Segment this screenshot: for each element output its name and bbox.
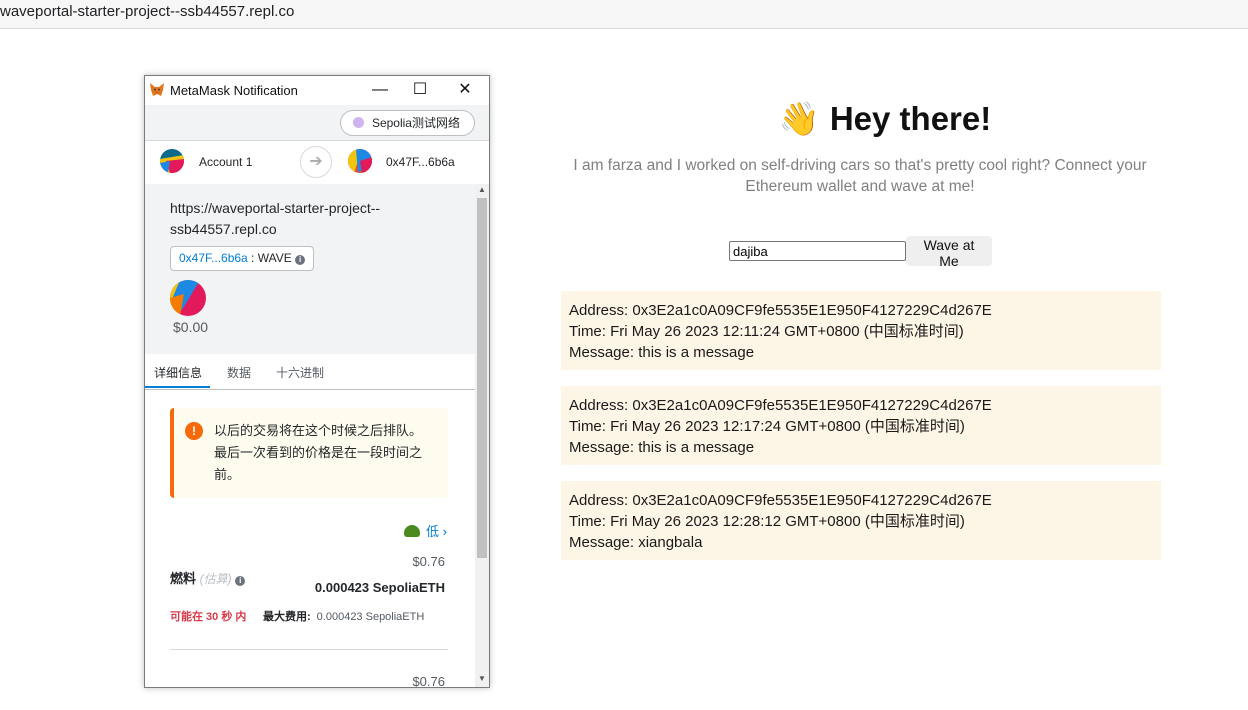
scroll-down-arrow[interactable]: ▼ bbox=[475, 673, 489, 685]
metamask-window: MetaMask Notification — ☐ ✕ Sepolia测试网络 … bbox=[144, 75, 490, 688]
page-title: 👋 Hey there! bbox=[560, 96, 1210, 142]
gas-speed-label: 低 bbox=[426, 524, 440, 539]
tab-hex[interactable]: 十六进制 bbox=[276, 364, 324, 381]
message-text: Message: xiangbala bbox=[569, 534, 703, 551]
gas-estimate-label: (估算) bbox=[199, 572, 232, 586]
window-titlebar[interactable]: MetaMask Notification — ☐ ✕ bbox=[145, 76, 489, 105]
message-card: Address: 0x3E2a1c0A09CF9fe5535E1E950F412… bbox=[561, 481, 1161, 560]
message-address: Address: 0x3E2a1c0A09CF9fe5535E1E950F412… bbox=[569, 302, 992, 319]
message-address: Address: 0x3E2a1c0A09CF9fe5535E1E950F412… bbox=[569, 492, 992, 509]
scrollbar[interactable]: ▲ ▼ bbox=[475, 184, 489, 687]
message-address: Address: 0x3E2a1c0A09CF9fe5535E1E950F412… bbox=[569, 397, 992, 414]
network-selector[interactable]: Sepolia测试网络 bbox=[339, 110, 475, 136]
network-dot-icon bbox=[352, 117, 364, 128]
contract-avatar bbox=[170, 280, 206, 316]
network-label: Sepolia测试网络 bbox=[371, 116, 460, 130]
title-text: Hey there! bbox=[829, 100, 992, 137]
contract-address[interactable]: 0x47F...6b6a bbox=[179, 251, 248, 265]
info-icon[interactable]: i bbox=[295, 255, 306, 265]
method-separator: : bbox=[247, 251, 258, 265]
network-bar: Sepolia测试网络 bbox=[145, 105, 489, 141]
transaction-amount: $0.00 bbox=[173, 319, 209, 335]
waving-hand-icon: 👋 bbox=[778, 100, 820, 137]
recipient-avatar bbox=[348, 149, 372, 173]
max-fee: 最大费用: 0.000423 SepoliaETH bbox=[263, 608, 424, 624]
tab-data[interactable]: 数据 bbox=[227, 364, 251, 381]
window-title: MetaMask Notification bbox=[170, 83, 298, 98]
max-fee-label: 最大费用: bbox=[263, 611, 311, 623]
scroll-up-arrow[interactable]: ▲ bbox=[475, 184, 489, 196]
page-subtitle: I am farza and I worked on self-driving … bbox=[573, 157, 1147, 195]
account-row: Account 1 ➔ 0x47F...6b6a bbox=[145, 141, 489, 185]
total-usd: $0.76 bbox=[412, 674, 445, 688]
transaction-summary: https://waveportal-starter-project--ssb4… bbox=[145, 184, 475, 354]
max-fee-value: 0.000423 SepoliaETH bbox=[316, 611, 425, 623]
info-icon[interactable]: i bbox=[235, 576, 246, 586]
message-card: Address: 0x3E2a1c0A09CF9fe5535E1E950F412… bbox=[561, 291, 1161, 370]
message-time: Time: Fri May 26 2023 12:17:24 GMT+0800 … bbox=[569, 418, 965, 435]
address-bar[interactable]: waveportal-starter-project--ssb44557.rep… bbox=[0, 0, 1248, 29]
method-name: WAVE bbox=[257, 251, 292, 265]
close-button[interactable]: ✕ bbox=[455, 80, 475, 100]
minimize-button[interactable]: — bbox=[370, 80, 390, 100]
message-time: Time: Fri May 26 2023 12:28:12 GMT+0800 … bbox=[569, 513, 965, 530]
contract-method-pill[interactable]: 0x47F...6b6a : WAVE i bbox=[170, 246, 315, 271]
account-avatar bbox=[160, 149, 184, 173]
likely-time: 可能在 30 秒 内 bbox=[170, 611, 247, 623]
chevron-right-icon: › bbox=[442, 524, 447, 539]
message-time: Time: Fri May 26 2023 12:11:24 GMT+0800 … bbox=[569, 323, 964, 340]
gas-speed-selector[interactable]: 低 › bbox=[404, 521, 447, 540]
warning-icon: ! bbox=[185, 422, 203, 440]
scroll-thumb[interactable] bbox=[477, 198, 487, 558]
gas-label-text: 燃料 bbox=[170, 571, 197, 586]
turtle-icon bbox=[404, 525, 421, 537]
gas-fee-label: 燃料 (估算) i bbox=[170, 568, 246, 587]
message-input[interactable] bbox=[729, 241, 906, 261]
message-card: Address: 0x3E2a1c0A09CF9fe5535E1E950F412… bbox=[561, 386, 1161, 465]
gas-fee-usd: $0.76 bbox=[412, 554, 445, 569]
maximize-button[interactable]: ☐ bbox=[410, 80, 430, 100]
wave-button[interactable]: Wave at Me bbox=[906, 236, 992, 269]
message-text: Message: this is a message bbox=[569, 439, 755, 456]
to-account-label[interactable]: 0x47F...6b6a bbox=[386, 155, 455, 169]
tab-details[interactable]: 详细信息 bbox=[154, 364, 202, 381]
active-tab-indicator bbox=[145, 386, 210, 388]
warning-text: 以后的交易将在这个时候之后排队。最后一次看到的价格是在一段时间之前。 bbox=[214, 423, 423, 482]
message-text: Message: this is a message bbox=[569, 344, 755, 361]
tab-bar: 详细信息 数据 十六进制 bbox=[145, 354, 475, 390]
arrow-right-icon: ➔ bbox=[300, 146, 332, 178]
gas-fee-eth: 0.000423 SepoliaETH bbox=[314, 580, 445, 595]
warning-banner: ! 以后的交易将在这个时候之后排队。最后一次看到的价格是在一段时间之前。 bbox=[170, 408, 448, 498]
divider bbox=[170, 649, 448, 650]
origin-url: https://waveportal-starter-project--ssb4… bbox=[170, 200, 381, 237]
metamask-fox-icon bbox=[150, 83, 164, 96]
confirmation-body: https://waveportal-starter-project--ssb4… bbox=[145, 184, 475, 688]
from-account-label[interactable]: Account 1 bbox=[199, 155, 252, 169]
